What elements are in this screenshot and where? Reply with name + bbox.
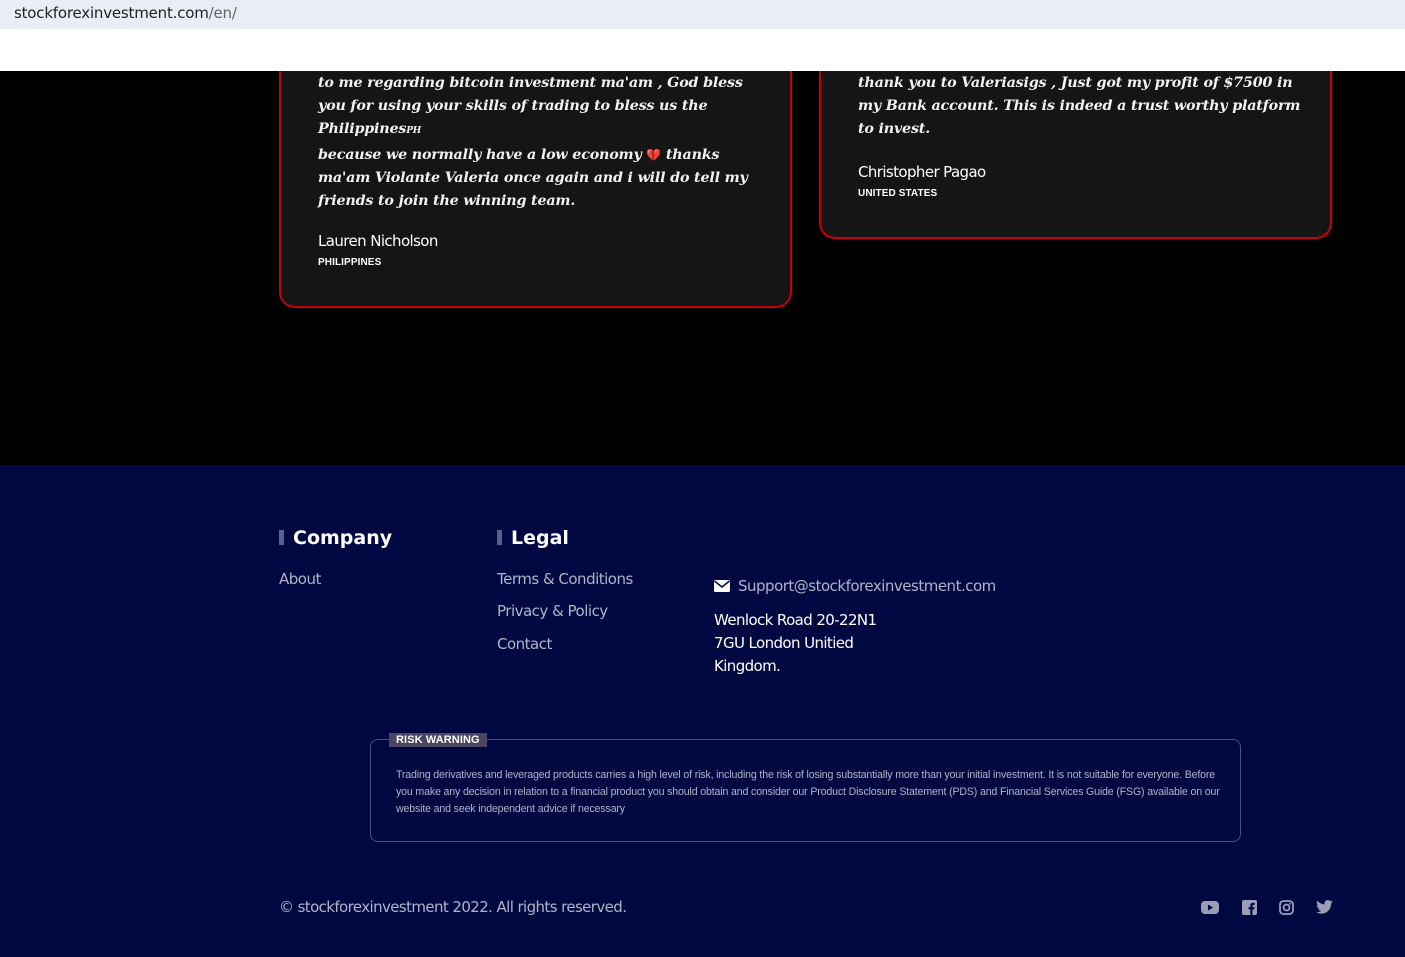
testimonial-author: Christopher Pagao: [858, 163, 986, 181]
testimonial-card: thank you to Valeriasigs , Just got my p…: [819, 71, 1332, 239]
footer-link-contact[interactable]: Contact: [497, 635, 552, 653]
risk-warning-text: Trading derivatives and leveraged produc…: [396, 769, 1220, 815]
company-heading: Company: [279, 527, 392, 549]
footer-link-privacy[interactable]: Privacy & Policy: [497, 602, 608, 620]
twitter-icon[interactable]: [1314, 897, 1334, 917]
broken-heart-emoji: 💔: [646, 147, 662, 162]
address-bar[interactable]: stockforexinvestment.com/en/: [0, 0, 1405, 29]
envelope-icon: [714, 580, 730, 592]
flag-label: PH: [406, 126, 422, 137]
risk-warning-label: RISK WARNING: [389, 733, 487, 747]
support-email-link[interactable]: Support@stockforexinvestment.com: [714, 577, 996, 595]
copyright-text: © stockforexinvestment 2022. All rights …: [279, 898, 627, 916]
testimonial-country: UNITED STATES: [858, 188, 938, 199]
page-top-strip: [0, 29, 1405, 71]
support-email: Support@stockforexinvestment.com: [738, 577, 996, 595]
testimonial-quote: to me regarding bitcoin investment ma'am…: [318, 75, 748, 210]
url-domain: stockforexinvestment.com: [14, 4, 209, 22]
address-line: Wenlock Road 20-22N1: [714, 611, 877, 629]
testimonial-author: Lauren Nicholson: [318, 232, 438, 250]
legal-heading: Legal: [497, 527, 569, 549]
testimonials-section: to me regarding bitcoin investment ma'am…: [0, 71, 1405, 465]
testimonial-quote: thank you to Valeriasigs , Just got my p…: [858, 75, 1301, 138]
address-line: Kingdom.: [714, 657, 781, 675]
footer-link-terms[interactable]: Terms & Conditions: [497, 570, 633, 588]
instagram-icon[interactable]: [1276, 897, 1296, 917]
facebook-icon[interactable]: [1239, 897, 1259, 917]
testimonial-card: to me regarding bitcoin investment ma'am…: [279, 71, 792, 308]
risk-warning-box: RISK WARNING Trading derivatives and lev…: [370, 733, 1241, 842]
address-line: 7GU London Unitied: [714, 634, 854, 652]
office-address: Wenlock Road 20-22N1 7GU London Unitied …: [714, 609, 877, 678]
site-footer: Company About Legal Terms & Conditions P…: [0, 465, 1405, 957]
testimonial-country: PHILIPPINES: [318, 257, 382, 268]
url-path: /en/: [208, 4, 237, 22]
footer-link-about[interactable]: About: [279, 570, 321, 588]
youtube-icon[interactable]: [1200, 897, 1220, 917]
